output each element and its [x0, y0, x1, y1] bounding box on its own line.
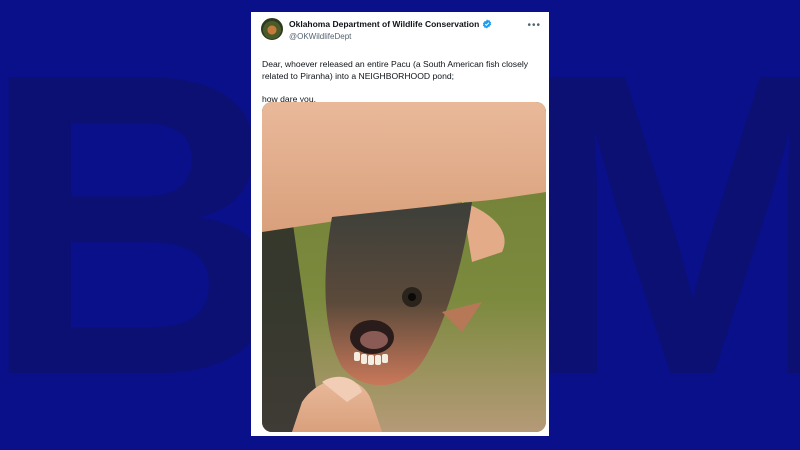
verified-badge-icon: [483, 19, 492, 29]
more-options-icon[interactable]: •••: [527, 20, 541, 31]
fish-photo-illustration: [262, 102, 546, 432]
name-row: Oklahoma Department of Wildlife Conserva…: [289, 19, 492, 29]
tweet-text-line-1: Dear, whoever released an entire Pacu (a…: [262, 59, 529, 81]
tweet-text: Dear, whoever released an entire Pacu (a…: [262, 59, 542, 106]
tweet-header: Oklahoma Department of Wildlife Conserva…: [261, 18, 541, 48]
avatar[interactable]: [261, 18, 283, 40]
display-name[interactable]: Oklahoma Department of Wildlife Conserva…: [289, 19, 479, 29]
tweet-card[interactable]: Oklahoma Department of Wildlife Conserva…: [251, 12, 549, 436]
handle[interactable]: @OKWildlifeDept: [289, 32, 351, 41]
tweet-media-image[interactable]: [262, 102, 546, 432]
